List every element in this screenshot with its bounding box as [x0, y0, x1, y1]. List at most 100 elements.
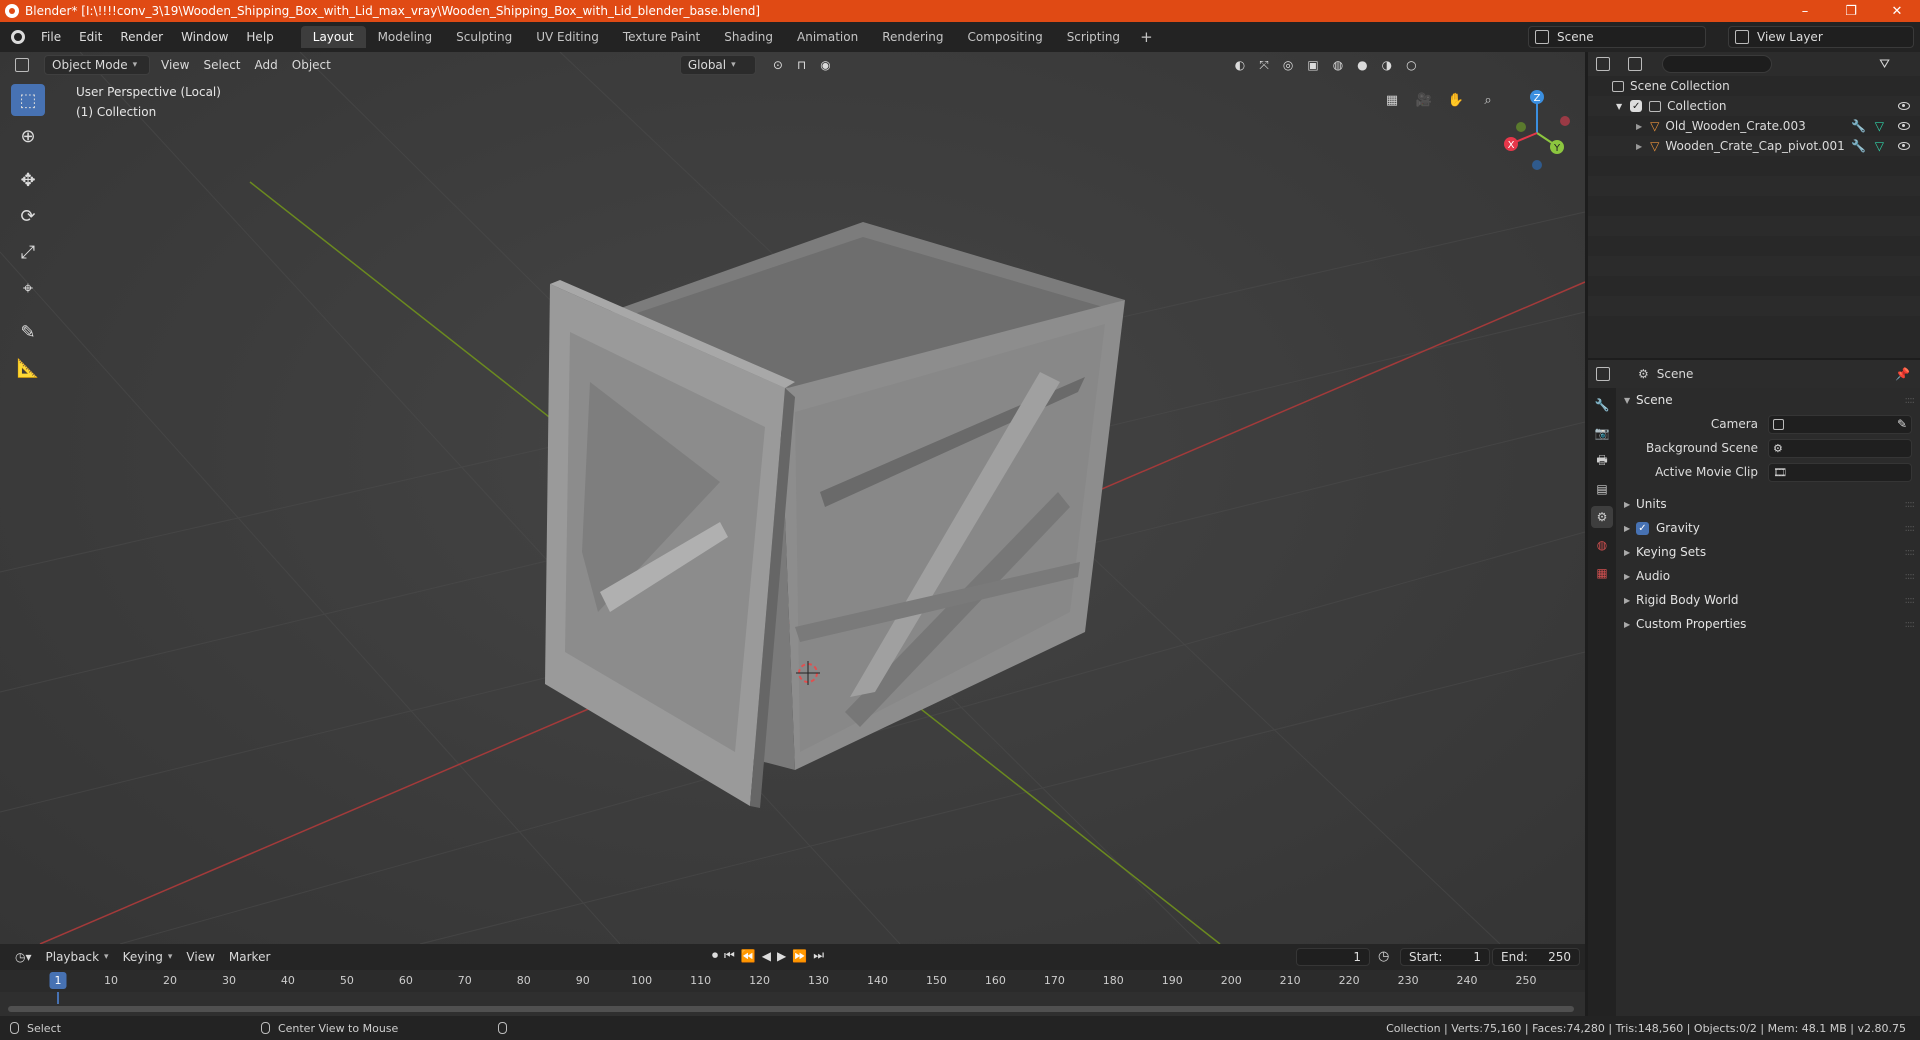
timeline-scrollbar[interactable]	[8, 1006, 1574, 1012]
chevron-right-icon[interactable]: ▶	[1636, 122, 1642, 131]
jump-start-icon[interactable]: ⏮	[724, 948, 735, 963]
visibility-icon[interactable]: ◐	[1228, 55, 1252, 75]
maximize-button[interactable]: ❐	[1828, 0, 1874, 22]
current-frame-field[interactable]: 1	[1296, 948, 1370, 966]
eye-icon[interactable]	[1898, 122, 1910, 130]
play-icon[interactable]: ▶	[777, 949, 786, 963]
scene-collection-row[interactable]: Scene Collection	[1588, 76, 1920, 96]
jump-end-icon[interactable]: ⏭	[813, 948, 824, 963]
gravity-panel-header[interactable]: ▶ ✓ Gravity ::::	[1618, 516, 1920, 540]
viewport-menu-select[interactable]: Select	[196, 55, 247, 75]
modifier-wrench-icon[interactable]: 🔧	[1851, 119, 1866, 133]
rotate-tool-icon[interactable]: ⟳	[11, 200, 45, 232]
units-panel-header[interactable]: ▶ Units ::::	[1618, 492, 1920, 516]
render-tab-icon[interactable]: 📷	[1591, 422, 1613, 444]
tab-uv-editing[interactable]: UV Editing	[524, 26, 611, 48]
gizmo-neg-y[interactable]	[1516, 122, 1526, 132]
outliner-object-row[interactable]: ▶ ▽ Old_Wooden_Crate.003 🔧 ▽	[1588, 116, 1920, 136]
gizmo-toggle-icon[interactable]: ⤧	[1252, 55, 1276, 75]
pin-icon[interactable]: 📌	[1895, 367, 1910, 381]
eye-icon[interactable]	[1898, 102, 1910, 110]
blender-logo-icon[interactable]	[4, 26, 32, 48]
drag-handle-icon[interactable]: ::::	[1905, 523, 1916, 534]
tab-layout[interactable]: Layout	[300, 26, 366, 48]
editor-type-button[interactable]	[8, 55, 38, 75]
tab-rendering[interactable]: Rendering	[870, 26, 955, 48]
gravity-checkbox[interactable]: ✓	[1636, 521, 1649, 535]
close-button[interactable]: ✕	[1874, 0, 1920, 22]
drag-handle-icon[interactable]: ::::	[1905, 619, 1916, 630]
play-reverse-icon[interactable]: ◀	[762, 949, 771, 963]
3d-viewport[interactable]: Object Mode ▾ View Select Add Object Glo…	[0, 52, 1585, 944]
viewport-menu-view[interactable]: View	[154, 55, 196, 75]
pan-hand-icon[interactable]: ✋	[1444, 88, 1468, 112]
tab-compositing[interactable]: Compositing	[955, 26, 1054, 48]
menu-help[interactable]: Help	[237, 30, 282, 44]
move-tool-icon[interactable]: ✥	[11, 164, 45, 196]
drag-handle-icon[interactable]: ::::	[1905, 595, 1916, 606]
movie-clip-field[interactable]: 🎞	[1768, 462, 1912, 482]
scale-tool-icon[interactable]: ⤢	[11, 236, 45, 268]
pivot-point-icon[interactable]: ⊙	[766, 55, 790, 75]
material-shading-icon[interactable]: ◑	[1375, 55, 1399, 75]
custom-properties-panel-header[interactable]: ▶ Custom Properties ::::	[1618, 612, 1920, 636]
eyedropper-icon[interactable]: ✎	[1897, 417, 1907, 431]
keying-sets-panel-header[interactable]: ▶ Keying Sets ::::	[1618, 540, 1920, 564]
grid-view-icon[interactable]: ▦	[1380, 88, 1404, 112]
viewport-menu-object[interactable]: Object	[285, 55, 338, 75]
tab-scripting[interactable]: Scripting	[1055, 26, 1132, 48]
cursor-tool-icon[interactable]: ⊕	[11, 120, 45, 152]
modifier-wrench-icon[interactable]: 🔧	[1851, 139, 1866, 153]
select-box-tool-icon[interactable]: ⬚	[11, 84, 45, 116]
outliner-search-input[interactable]	[1662, 55, 1772, 73]
menu-edit[interactable]: Edit	[70, 30, 111, 44]
properties-editor-icon[interactable]	[1596, 367, 1610, 381]
clock-icon[interactable]: ◷	[1378, 949, 1389, 964]
menu-file[interactable]: File	[32, 30, 70, 44]
timeline-ruler[interactable]: 1 10 20 30 40 50 60 70 80 90 100 110 120 130 140 150 160…	[0, 970, 1585, 992]
chevron-down-icon[interactable]: ▼	[1616, 102, 1622, 111]
tab-animation[interactable]: Animation	[785, 26, 870, 48]
transform-tool-icon[interactable]: ⌖	[11, 272, 45, 304]
gizmo-neg-x[interactable]	[1560, 116, 1570, 126]
menu-window[interactable]: Window	[172, 30, 237, 44]
mesh-data-icon[interactable]: ▽	[1875, 119, 1884, 133]
object-mode-dropdown[interactable]: Object Mode ▾	[44, 55, 150, 75]
timeline-editor-type-icon[interactable]: ◷▾	[8, 947, 39, 967]
rigid-body-panel-header[interactable]: ▶ Rigid Body World ::::	[1618, 588, 1920, 612]
chevron-right-icon[interactable]: ▶	[1636, 142, 1642, 151]
audio-panel-header[interactable]: ▶ Audio ::::	[1618, 564, 1920, 588]
filter-icon[interactable]: ⛛	[1879, 57, 1890, 72]
measure-tool-icon[interactable]: 📐	[11, 352, 45, 384]
next-keyframe-icon[interactable]: ⏩	[792, 949, 807, 963]
outliner-object-row[interactable]: ▶ ▽ Wooden_Crate_Cap_pivot.001 🔧 ▽	[1588, 136, 1920, 156]
prev-keyframe-icon[interactable]: ⏪	[741, 949, 756, 963]
timeline-menu-keying[interactable]: Keying ▾	[116, 947, 180, 967]
scene-panel-header[interactable]: ▼ Scene ::::	[1618, 388, 1920, 412]
menu-render[interactable]: Render	[111, 30, 172, 44]
snap-icon[interactable]: ⊓	[790, 55, 813, 75]
scene-selector[interactable]: Scene	[1528, 26, 1706, 48]
viewport-menu-add[interactable]: Add	[248, 55, 285, 75]
outliner-editor-icon[interactable]	[1596, 57, 1610, 71]
playhead[interactable]	[57, 992, 59, 1004]
timeline-menu-marker[interactable]: Marker	[222, 947, 277, 967]
collection-row[interactable]: ▼ ✓ Collection	[1588, 96, 1920, 116]
minimize-button[interactable]: –	[1782, 0, 1828, 22]
transform-orientation-dropdown[interactable]: Global ▾	[679, 55, 756, 75]
mesh-data-icon[interactable]: ▽	[1875, 139, 1884, 153]
scene-tab-icon[interactable]: ⚙	[1591, 506, 1613, 528]
xray-icon[interactable]: ▣	[1300, 55, 1325, 75]
timeline-menu-playback[interactable]: Playback ▾	[39, 947, 116, 967]
tab-sculpting[interactable]: Sculpting	[444, 26, 524, 48]
record-icon[interactable]: ⏺	[712, 948, 718, 963]
display-mode-icon[interactable]	[1628, 57, 1642, 71]
end-frame-field[interactable]: End: 250	[1492, 948, 1580, 966]
gizmo-neg-z[interactable]	[1532, 160, 1542, 170]
camera-field[interactable]: ✎	[1768, 414, 1912, 434]
background-scene-field[interactable]: ⚙	[1768, 438, 1912, 458]
tool-tab-icon[interactable]: 🔧	[1591, 394, 1613, 416]
tab-modeling[interactable]: Modeling	[366, 26, 445, 48]
output-tab-icon[interactable]: 🖶	[1591, 450, 1613, 472]
drag-handle-icon[interactable]: ::::	[1905, 547, 1916, 558]
